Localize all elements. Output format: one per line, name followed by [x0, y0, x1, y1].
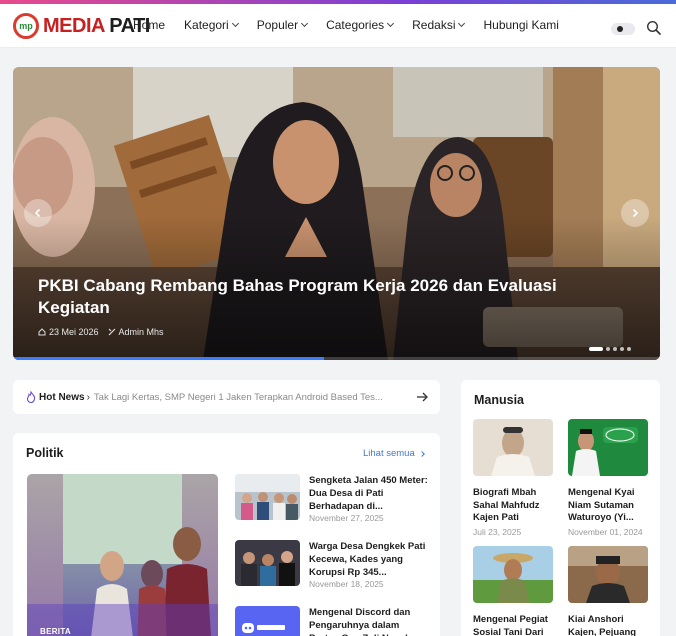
see-all-link[interactable]: Lihat semua	[363, 448, 425, 459]
article-thumbnail	[473, 546, 553, 603]
nav-home[interactable]: Home	[133, 18, 165, 32]
article-thumbnail	[568, 546, 648, 603]
slider-dot[interactable]	[589, 347, 603, 351]
chevron-down-icon	[231, 19, 239, 28]
article-title: Biografi Mbah Sahal Mahfudz Kajen Pati	[473, 487, 540, 523]
site-header: mp MEDIA PATI Home Kategori Populer Cate…	[0, 4, 676, 48]
list-item[interactable]: Sengketa Jalan 450 Meter: Dua Desa di Pa…	[235, 474, 435, 524]
arrow-right-icon[interactable]	[416, 391, 429, 403]
list-item[interactable]: Warga Desa Dengkek Pati Kecewa, Kades ya…	[235, 540, 435, 590]
chevron-right-icon	[632, 208, 639, 218]
chevron-right-icon	[418, 450, 425, 457]
hero-title[interactable]: PKBI Cabang Rembang Bahas Program Kerja …	[38, 275, 598, 319]
flame-icon	[26, 391, 36, 403]
article-title: Mengenal Discord dan Pengaruhnya dalam P…	[309, 607, 411, 636]
list-item[interactable]: Mengenal Discord dan Pengaruhnya dalam P…	[235, 606, 435, 636]
category-badge[interactable]: BERITA	[40, 627, 71, 636]
manusia-section: Manusia Biografi Mbah Sahal Mahfudz Kaje…	[461, 380, 660, 636]
logo-word-media: MEDIA	[43, 14, 105, 37]
article-thumbnail	[473, 419, 553, 476]
chevron-down-icon	[458, 19, 466, 28]
slider-dot[interactable]	[606, 347, 610, 351]
home-icon	[38, 328, 46, 336]
article-date: Juli 23, 2025	[473, 526, 522, 537]
feature-image	[27, 474, 218, 636]
chevron-right-icon: ›	[86, 391, 90, 403]
section-title: Manusia	[474, 393, 525, 407]
article-thumbnail	[235, 474, 300, 520]
article-date: November 18, 2025	[309, 579, 384, 589]
section-title: Politik	[26, 446, 64, 460]
article-title: Warga Desa Dengkek Pati Kecewa, Kades ya…	[309, 541, 426, 578]
nav-populer[interactable]: Populer	[257, 18, 309, 32]
toggle-knob	[617, 26, 623, 32]
hot-news-ticker: Hot News › Tak Lagi Kertas, SMP Negeri 1…	[13, 380, 440, 414]
nav-hubungi-kami[interactable]: Hubungi Kami	[483, 18, 558, 32]
slider-dots	[589, 347, 634, 351]
dark-mode-toggle[interactable]	[611, 23, 635, 35]
article-date: November 01, 2024	[568, 526, 643, 537]
pen-icon	[108, 328, 115, 336]
article-title: Sengketa Jalan 450 Meter: Dua Desa di Pa…	[309, 475, 428, 512]
article-date: November 27, 2025	[309, 513, 384, 523]
slider-dot[interactable]	[620, 347, 624, 351]
article-title: Mengenal Kyai Niam Sutaman Waturoyo (Yi.…	[568, 487, 635, 523]
chevron-down-icon	[301, 19, 309, 28]
grid-article[interactable]: Mengenal Pegiat Sosial Tani Dari Kajen	[473, 546, 553, 636]
site-logo[interactable]: mp MEDIA PATI	[13, 13, 150, 39]
hot-news-headline[interactable]: Tak Lagi Kertas, SMP Negeri 1 Jaken Tera…	[94, 392, 404, 403]
slider-progress-fill	[13, 357, 324, 360]
hero-slider[interactable]: PKBI Cabang Rembang Bahas Program Kerja …	[13, 67, 660, 360]
grid-article[interactable]: Biografi Mbah Sahal Mahfudz Kajen Pati J…	[473, 419, 553, 537]
grid-article[interactable]: Kiai Anshori Kajen, Pejuang Pendidikan	[568, 546, 648, 636]
article-thumbnail	[568, 419, 648, 476]
article-title: Kiai Anshori Kajen, Pejuang Pendidikan	[568, 614, 637, 636]
slider-dot[interactable]	[613, 347, 617, 351]
search-icon[interactable]	[646, 20, 662, 36]
nav-kategori[interactable]: Kategori	[184, 18, 239, 32]
article-thumbnail	[235, 606, 300, 636]
nav-categories[interactable]: Categories	[326, 18, 395, 32]
slider-dot[interactable]	[627, 347, 631, 351]
hero-meta: 23 Mei 2026 Admin Mhs	[38, 327, 173, 337]
article-title: Mengenal Pegiat Sosial Tani Dari Kajen	[473, 614, 548, 636]
article-thumbnail	[235, 540, 300, 586]
slider-prev-button[interactable]	[24, 199, 52, 227]
hero-author[interactable]: Admin Mhs	[119, 327, 164, 337]
grid-article[interactable]: Mengenal Kyai Niam Sutaman Waturoyo (Yi.…	[568, 419, 648, 537]
nav-redaksi[interactable]: Redaksi	[412, 18, 466, 32]
hot-news-label: Hot News	[39, 391, 85, 403]
chevron-down-icon	[387, 19, 395, 28]
logo-badge: mp	[13, 13, 39, 39]
main-nav: Home Kategori Populer Categories Redaksi…	[133, 18, 578, 32]
slider-progress	[13, 357, 660, 360]
slider-next-button[interactable]	[621, 199, 649, 227]
hero-date: 23 Mei 2026	[49, 327, 99, 337]
feature-article[interactable]: BERITA	[27, 474, 218, 636]
politik-section: Politik Lihat semua BERITA Sengketa Jala…	[13, 433, 440, 636]
chevron-left-icon	[34, 208, 41, 218]
